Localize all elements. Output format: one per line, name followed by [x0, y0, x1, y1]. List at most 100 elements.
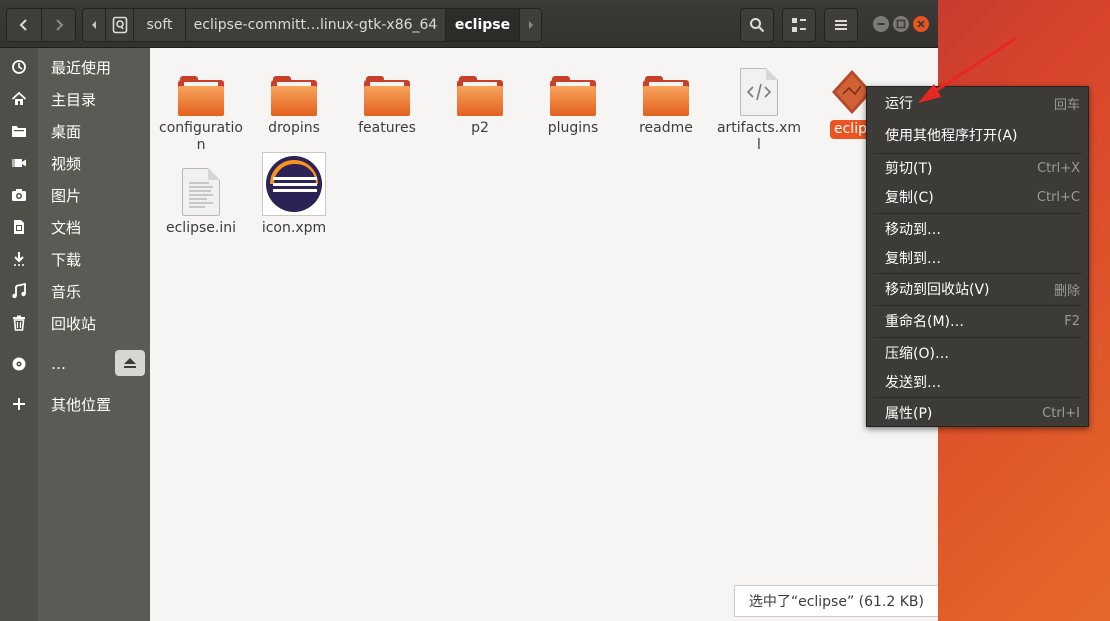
folder-icon	[550, 76, 596, 116]
folder-icon	[457, 76, 503, 116]
sidebar-item-label: 视频	[51, 154, 82, 173]
file-item-readme[interactable]: readme	[623, 54, 709, 137]
sidebar-item-desktop[interactable]: 桌面	[0, 115, 150, 147]
menu-item-send-to[interactable]: 发送到…	[867, 367, 1088, 397]
desktop-icon	[12, 126, 26, 137]
file-item-plugins[interactable]: plugins	[530, 54, 616, 137]
status-text: 选中了“eclipse” (61.2 KB)	[748, 594, 924, 610]
sidebar-item-label: …	[51, 355, 66, 373]
drive-icon	[112, 16, 127, 34]
context-menu: 运行 回车 使用其他程序打开(A) 剪切(T) Ctrl+X 复制(C) Ctr…	[866, 86, 1089, 427]
file-manager-window: soft eclipse-committ…linux-gtk-x86_64 ec…	[0, 0, 938, 621]
sidebar-item-home[interactable]: 主目录	[0, 83, 150, 115]
document-icon	[14, 220, 24, 234]
search-button[interactable]	[740, 8, 774, 42]
maximize-button[interactable]	[893, 16, 909, 32]
menu-item-label: 发送到…	[885, 375, 941, 391]
sidebar-item-other-locations[interactable]: 其他位置	[0, 388, 150, 420]
selection-status-bar: 选中了“eclipse” (61.2 KB)	[733, 585, 938, 617]
menu-item-open-with[interactable]: 使用其他程序打开(A)	[867, 120, 1088, 150]
menu-item-accel: Ctrl+X	[1037, 160, 1080, 176]
recent-icon	[12, 60, 26, 74]
file-view[interactable]: configuration dropins features p2 plugin…	[150, 48, 938, 621]
sidebar-item-downloads[interactable]: 下载	[0, 243, 150, 275]
back-button[interactable]	[7, 9, 41, 41]
view-options-button[interactable]	[782, 8, 816, 42]
search-icon	[750, 18, 765, 33]
file-name: readme	[639, 120, 693, 136]
folder-icon	[643, 76, 689, 116]
menu-item-label: 移动到…	[885, 222, 941, 238]
eject-icon	[124, 358, 136, 368]
header-bar: soft eclipse-committ…linux-gtk-x86_64 ec…	[0, 0, 938, 48]
sidebar-item-videos[interactable]: 视频	[0, 147, 150, 179]
file-item-p2[interactable]: p2	[437, 54, 523, 137]
hamburger-menu-icon	[835, 20, 847, 30]
pathbar-segment-eclipse[interactable]: eclipse	[445, 9, 519, 41]
eject-button[interactable]	[115, 350, 145, 376]
minimize-button[interactable]	[873, 16, 889, 32]
forward-button[interactable]	[41, 9, 75, 41]
menu-button[interactable]	[824, 8, 858, 42]
sidebar-item-recent[interactable]: 最近使用	[0, 51, 150, 83]
file-item-configuration[interactable]: configuration	[158, 54, 244, 154]
menu-item-label: 压缩(O)…	[885, 346, 949, 362]
pathbar-scroll-left-button[interactable]	[83, 9, 105, 41]
chevron-right-icon	[55, 19, 63, 31]
plus-icon	[13, 398, 25, 410]
file-item-icon-xpm[interactable]: icon.xpm	[251, 144, 337, 237]
pathbar-segment-eclipse-committers[interactable]: eclipse-committ…linux-gtk-x86_64	[185, 9, 445, 41]
music-icon	[12, 283, 26, 299]
file-name: eclipse.ini	[166, 220, 236, 236]
menu-item-move-to-trash[interactable]: 移动到回收站(V) 删除	[867, 274, 1088, 304]
menu-item-accel: Ctrl+C	[1036, 189, 1080, 205]
menu-item-compress[interactable]: 压缩(O)…	[867, 338, 1088, 368]
close-button[interactable]	[913, 16, 929, 32]
pathbar-segment-soft[interactable]: soft	[133, 9, 185, 41]
sidebar-item-label: 桌面	[51, 122, 82, 141]
text-file-icon	[182, 168, 220, 216]
menu-item-copy[interactable]: 复制(C) Ctrl+C	[867, 182, 1088, 212]
folder-icon	[271, 76, 317, 116]
menu-item-accel: 删除	[1053, 283, 1080, 299]
file-name: artifacts.xml	[716, 120, 802, 153]
file-name: dropins	[268, 120, 320, 136]
menu-item-properties[interactable]: 属性(P) Ctrl+I	[867, 398, 1088, 428]
file-item-eclipse-ini[interactable]: eclipse.ini	[158, 154, 244, 237]
sidebar-item-label: 下载	[51, 250, 82, 269]
camera-icon	[12, 189, 26, 201]
menu-item-run[interactable]: 运行 回车	[867, 88, 1088, 118]
menu-item-accel: F2	[1064, 313, 1080, 329]
folder-icon	[364, 76, 410, 116]
triangle-left-icon	[92, 21, 96, 29]
sidebar-item-trash[interactable]: 回收站	[0, 307, 150, 339]
file-name: icon.xpm	[261, 220, 327, 236]
file-name: features	[358, 120, 416, 136]
file-name: configuration	[159, 120, 243, 153]
pathbar-drive-button[interactable]	[105, 9, 133, 41]
menu-item-label: 移动到回收站(V)	[885, 282, 990, 298]
triangle-right-icon	[528, 21, 533, 29]
menu-item-rename[interactable]: 重命名(M)… F2	[867, 306, 1088, 336]
trash-icon	[13, 315, 25, 331]
sidebar-item-documents[interactable]: 文档	[0, 211, 150, 243]
file-item-dropins[interactable]: dropins	[251, 54, 337, 137]
sidebar-item-label: 主目录	[51, 90, 97, 109]
menu-item-accel: Ctrl+I	[1042, 405, 1080, 421]
menu-item-move-to[interactable]: 移动到…	[867, 214, 1088, 244]
sidebar-item-label: 图片	[51, 186, 82, 205]
menu-item-copy-to[interactable]: 复制到…	[867, 243, 1088, 273]
pathbar-scroll-right-button[interactable]	[519, 9, 541, 41]
file-item-features[interactable]: features	[344, 54, 430, 137]
file-name: p2	[471, 120, 489, 136]
file-name: plugins	[547, 120, 599, 136]
sidebar-item-pictures[interactable]: 图片	[0, 179, 150, 211]
download-icon	[14, 252, 24, 266]
sidebar-item-music[interactable]: 音乐	[0, 275, 150, 307]
file-item-artifacts-xml[interactable]: artifacts.xml	[716, 54, 802, 154]
minimize-icon	[877, 23, 885, 25]
maximize-icon	[896, 19, 906, 29]
menu-item-cut[interactable]: 剪切(T) Ctrl+X	[867, 153, 1088, 183]
menu-item-accel: 回车	[1053, 97, 1080, 113]
chevron-left-icon	[19, 19, 27, 31]
